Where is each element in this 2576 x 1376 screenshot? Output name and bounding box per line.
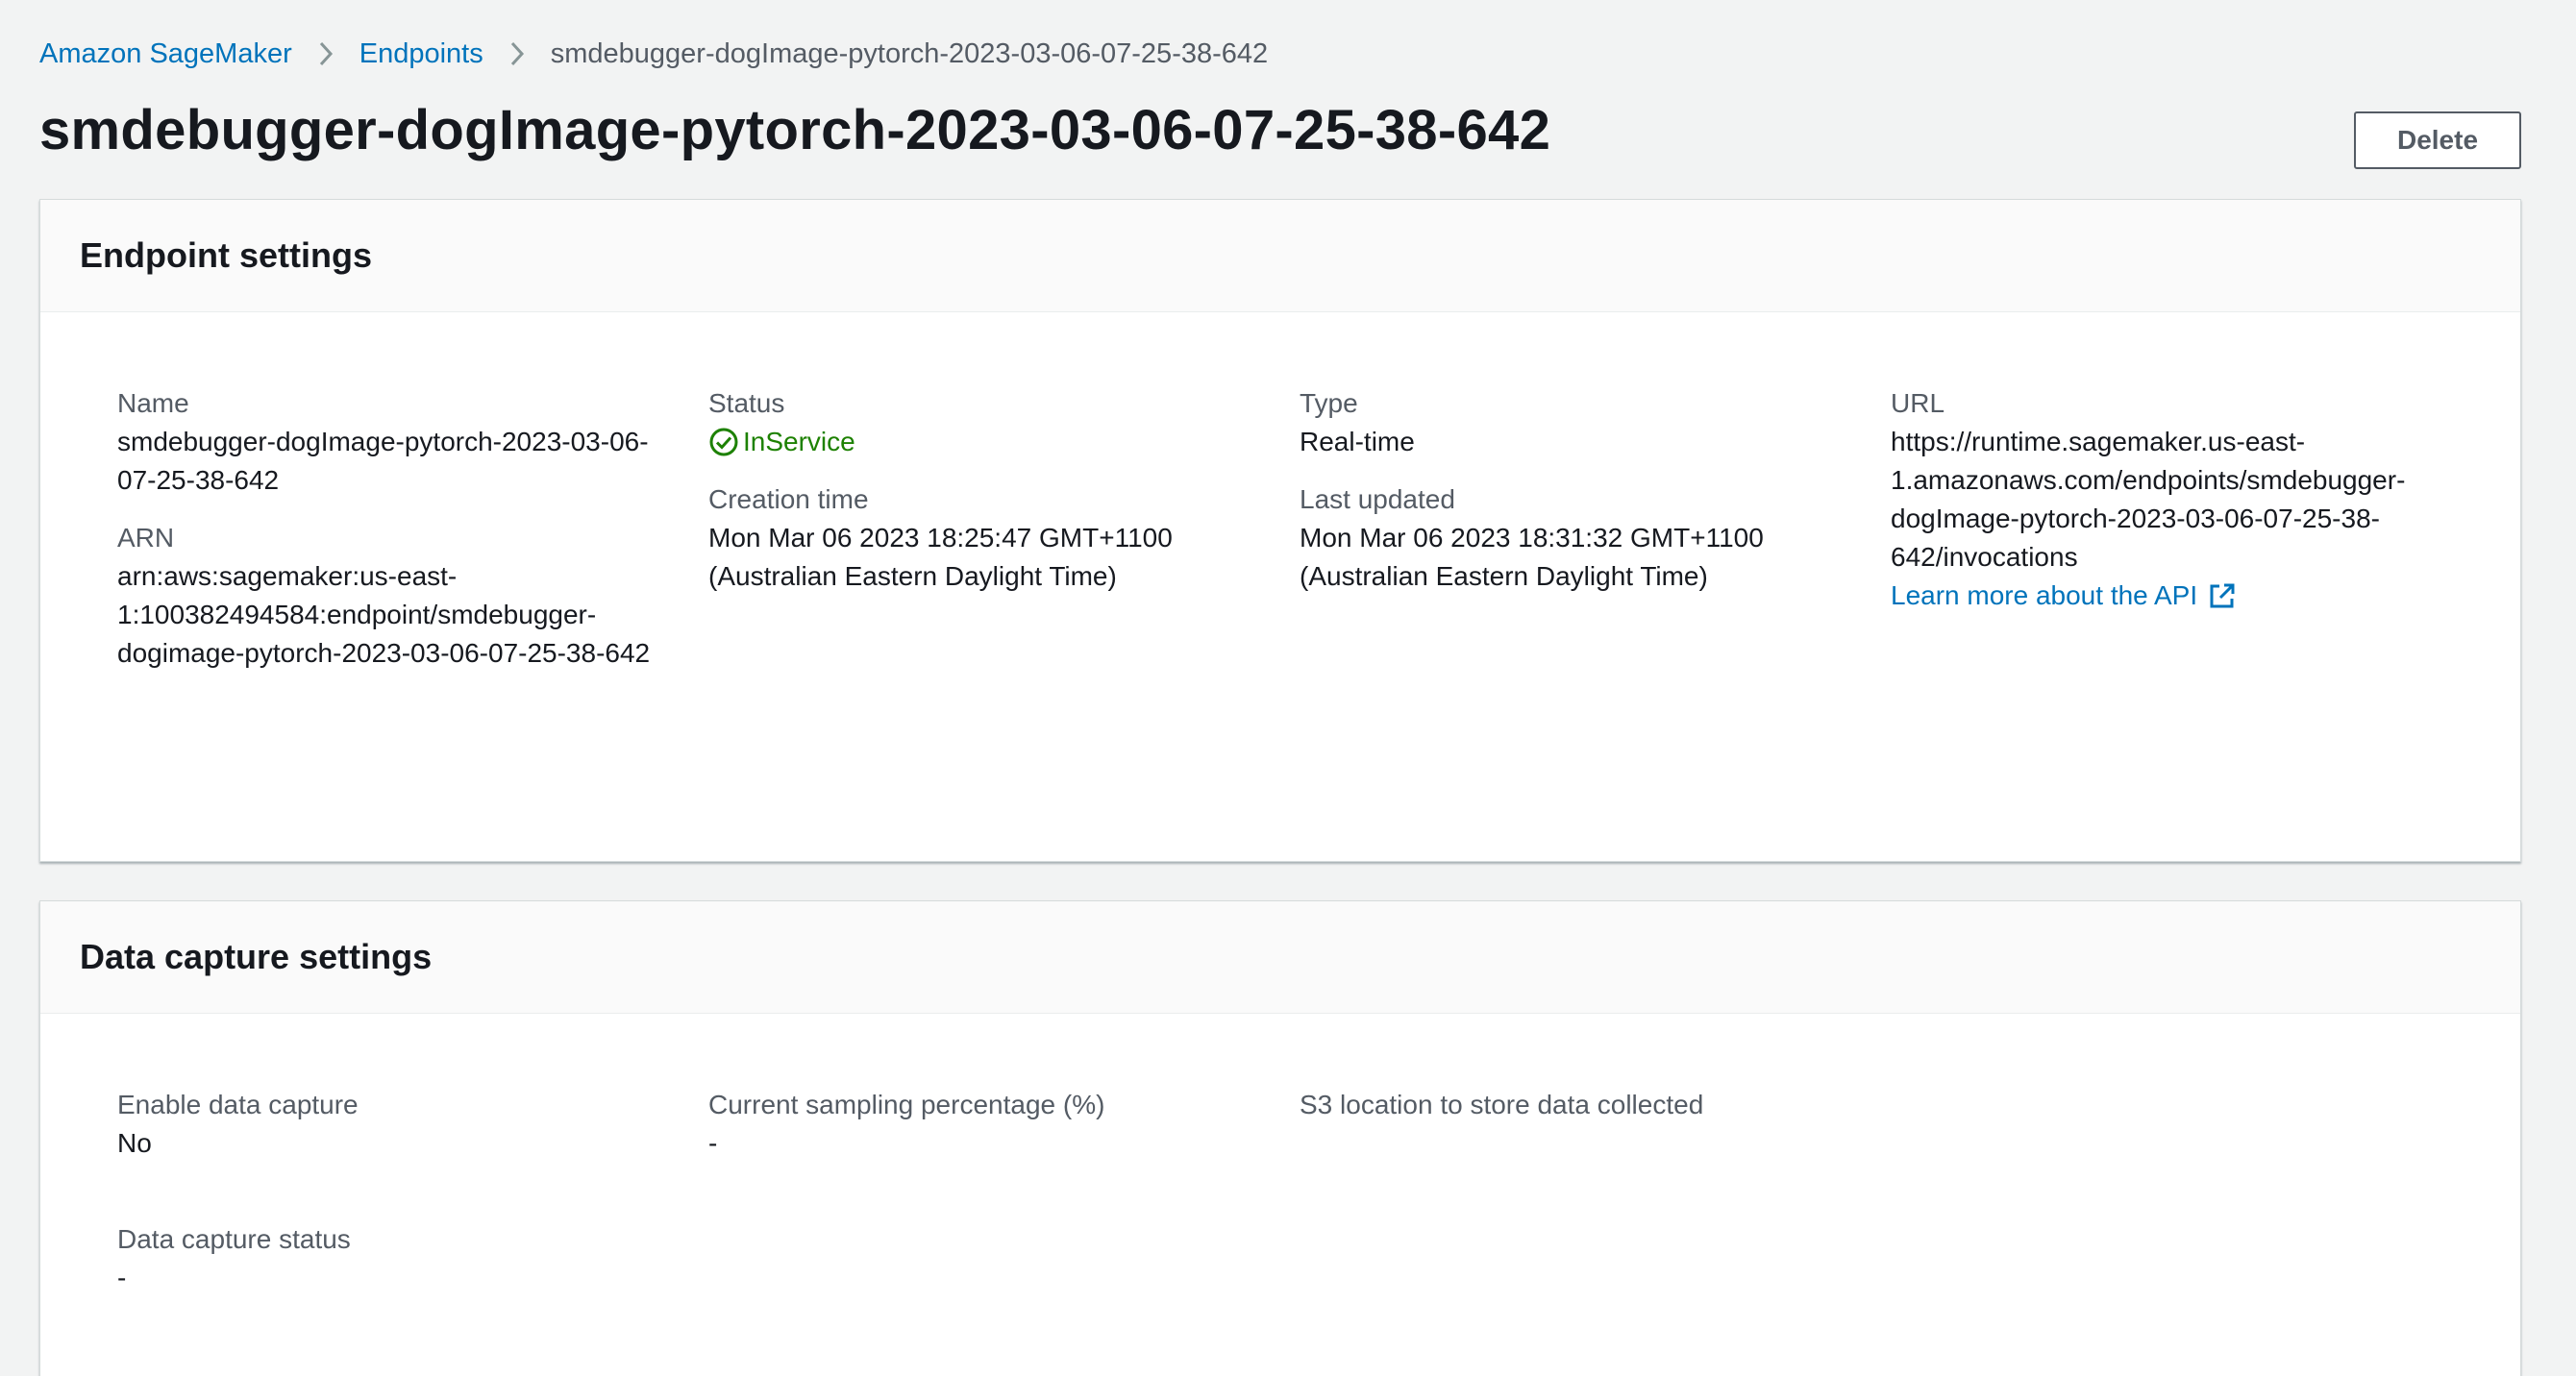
s3-field: S3 location to store data collected — [1300, 1086, 1857, 1124]
column-url: URL https://runtime.sagemaker.us-east-1.… — [1891, 384, 2448, 615]
enable-value: No — [117, 1128, 152, 1158]
type-value: Real-time — [1300, 427, 1415, 456]
panel-header: Data capture settings — [40, 901, 2520, 1014]
external-link-icon — [2207, 580, 2238, 611]
panel-title: Endpoint settings — [80, 235, 372, 275]
sampling-field: Current sampling percentage (%) - — [708, 1086, 1266, 1163]
name-label: Name — [117, 388, 189, 418]
capture-status-value: - — [117, 1263, 127, 1292]
endpoint-detail-page: Amazon SageMaker Endpoints smdebugger-do… — [0, 0, 2576, 1376]
column-name-arn: Name smdebugger-dogImage-pytorch-2023-03… — [117, 384, 684, 673]
column-s3: S3 location to store data collected — [1300, 1086, 1857, 1124]
creation-value: Mon Mar 06 2023 18:25:47 GMT+1100 (Austr… — [708, 523, 1173, 591]
creation-field: Creation time Mon Mar 06 2023 18:25:47 G… — [708, 480, 1266, 596]
breadcrumb-current: smdebugger-dogImage-pytorch-2023-03-06-0… — [550, 38, 1269, 69]
enable-field: Enable data capture No — [117, 1086, 675, 1163]
s3-label: S3 location to store data collected — [1300, 1090, 1704, 1119]
breadcrumb: Amazon SageMaker Endpoints smdebugger-do… — [39, 35, 1268, 73]
data-capture-panel: Data capture settings Enable data captur… — [39, 900, 2521, 1376]
status-value: InService — [743, 427, 855, 456]
breadcrumb-endpoints[interactable]: Endpoints — [359, 35, 483, 73]
type-label: Type — [1300, 388, 1358, 418]
type-field: Type Real-time — [1300, 384, 1857, 461]
learn-more-api-link[interactable]: Learn more about the API — [1891, 577, 2238, 615]
column-status-creation: Status InService Creation time Mon Mar 0… — [708, 384, 1266, 596]
endpoint-settings-panel: Endpoint settings Name smdebugger-dogIma… — [39, 199, 2521, 862]
column-type-updated: Type Real-time Last updated Mon Mar 06 2… — [1300, 384, 1857, 596]
panel-header: Endpoint settings — [40, 200, 2520, 312]
creation-label: Creation time — [708, 484, 869, 514]
column-sampling: Current sampling percentage (%) - — [708, 1086, 1266, 1163]
name-field: Name smdebugger-dogImage-pytorch-2023-03… — [117, 384, 684, 500]
arn-label: ARN — [117, 523, 175, 553]
delete-button[interactable]: Delete — [2354, 111, 2521, 169]
column-enable-status: Enable data capture No Data capture stat… — [117, 1086, 675, 1297]
sampling-value: - — [708, 1128, 718, 1158]
status-indicator: InService — [708, 423, 1266, 461]
status-field: Status InService — [708, 384, 1266, 461]
capture-status-label: Data capture status — [117, 1224, 351, 1254]
panel-title: Data capture settings — [80, 937, 433, 976]
updated-label: Last updated — [1300, 484, 1455, 514]
sampling-label: Current sampling percentage (%) — [708, 1090, 1105, 1119]
arn-value: arn:aws:sagemaker:us-east-1:100382494584… — [117, 561, 651, 668]
capture-status-field: Data capture status - — [117, 1220, 675, 1297]
breadcrumb-sagemaker[interactable]: Amazon SageMaker — [39, 35, 292, 73]
chevron-right-icon — [315, 35, 336, 73]
api-link-label: Learn more about the API — [1891, 580, 2198, 610]
page-title: smdebugger-dogImage-pytorch-2023-03-06-0… — [39, 99, 1551, 161]
enable-label: Enable data capture — [117, 1090, 359, 1119]
status-positive-icon — [708, 427, 739, 457]
chevron-right-icon — [507, 35, 528, 73]
url-field: URL https://runtime.sagemaker.us-east-1.… — [1891, 384, 2448, 615]
updated-value: Mon Mar 06 2023 18:31:32 GMT+1100 (Austr… — [1300, 523, 1764, 591]
updated-field: Last updated Mon Mar 06 2023 18:31:32 GM… — [1300, 480, 1857, 596]
arn-field: ARN arn:aws:sagemaker:us-east-1:10038249… — [117, 519, 684, 673]
status-label: Status — [708, 388, 785, 418]
name-value: smdebugger-dogImage-pytorch-2023-03-06-0… — [117, 427, 649, 495]
url-value: https://runtime.sagemaker.us-east-1.amaz… — [1891, 427, 2406, 572]
url-label: URL — [1891, 388, 1945, 418]
